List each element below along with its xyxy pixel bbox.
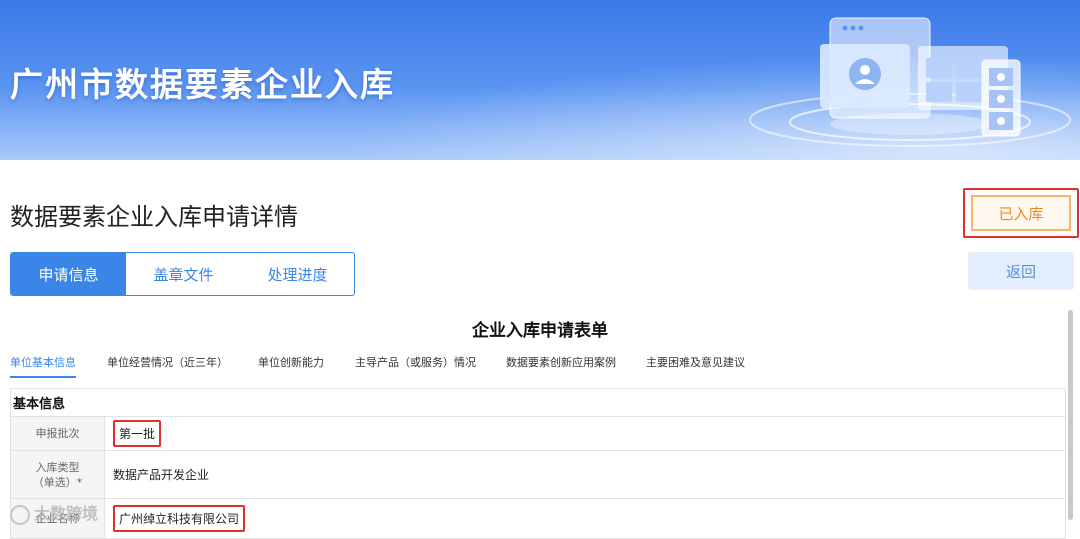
field-label-text: 入库类型 <box>35 460 80 474</box>
highlighted-value: 广州绰立科技有限公司 <box>113 505 246 532</box>
subtab-innovation[interactable]: 单位创新能力 <box>258 354 324 370</box>
subtab-cases[interactable]: 数据要素创新应用案例 <box>506 354 616 370</box>
tab-stamped-files[interactable]: 盖章文件 <box>126 253 241 295</box>
field-label-text: 申报批次 <box>35 427 80 440</box>
field-label-type: 入库类型 （单选）* <box>11 451 105 498</box>
subtab-suggestions[interactable]: 主要困难及意见建议 <box>646 354 745 370</box>
tab-bar: 申请信息 盖章文件 处理进度 <box>10 252 355 296</box>
watermark: 大数跨境 <box>10 500 98 525</box>
subtab-products[interactable]: 主导产品（或服务）情况 <box>355 354 476 370</box>
status-badge[interactable]: 已入库 <box>971 195 1071 231</box>
section-heading: 基本信息 <box>10 389 1066 417</box>
field-value-company: 广州绰立科技有限公司 <box>105 499 1065 538</box>
value-text: 数据产品开发企业 <box>113 468 210 482</box>
field-value-type: 数据产品开发企业 <box>105 451 1065 498</box>
subtab-operations[interactable]: 单位经营情况（近三年） <box>107 354 228 370</box>
subtab-basic-info[interactable]: 单位基本信息 <box>10 354 76 370</box>
form-row-batch: 申报批次 第一批 <box>10 417 1066 451</box>
form-title: 企业入库申请表单 <box>472 321 608 341</box>
tab-application-info[interactable]: 申请信息 <box>11 253 126 295</box>
watermark-logo-icon <box>10 504 30 525</box>
subtab-active-underline <box>10 376 76 378</box>
form-table: 基本信息 申报批次 第一批 入库类型 （单选）* 数据产品开发企业 企业名称 广… <box>10 388 1066 539</box>
form-row-type: 入库类型 （单选）* 数据产品开发企业 <box>10 451 1066 499</box>
back-button[interactable]: 返回 <box>968 252 1074 290</box>
field-label-subtext: （单选）* <box>32 475 83 489</box>
form-row-company: 企业名称 广州绰立科技有限公司 <box>10 499 1066 539</box>
field-value-batch: 第一批 <box>105 417 1065 450</box>
status-highlight-box: 已入库 <box>963 188 1079 238</box>
required-mark: * <box>76 475 83 489</box>
field-label-batch: 申报批次 <box>11 417 105 450</box>
banner: 广州市数据要素企业入库 <box>0 0 1080 160</box>
banner-title: 广州市数据要素企业入库 <box>10 65 395 104</box>
banner-illustration-icon <box>749 17 1071 147</box>
tab-progress[interactable]: 处理进度 <box>241 253 354 295</box>
page-title: 数据要素企业入库申请详情 <box>10 203 298 231</box>
scrollbar-thumb[interactable] <box>1068 310 1073 520</box>
highlighted-value: 第一批 <box>113 420 162 447</box>
